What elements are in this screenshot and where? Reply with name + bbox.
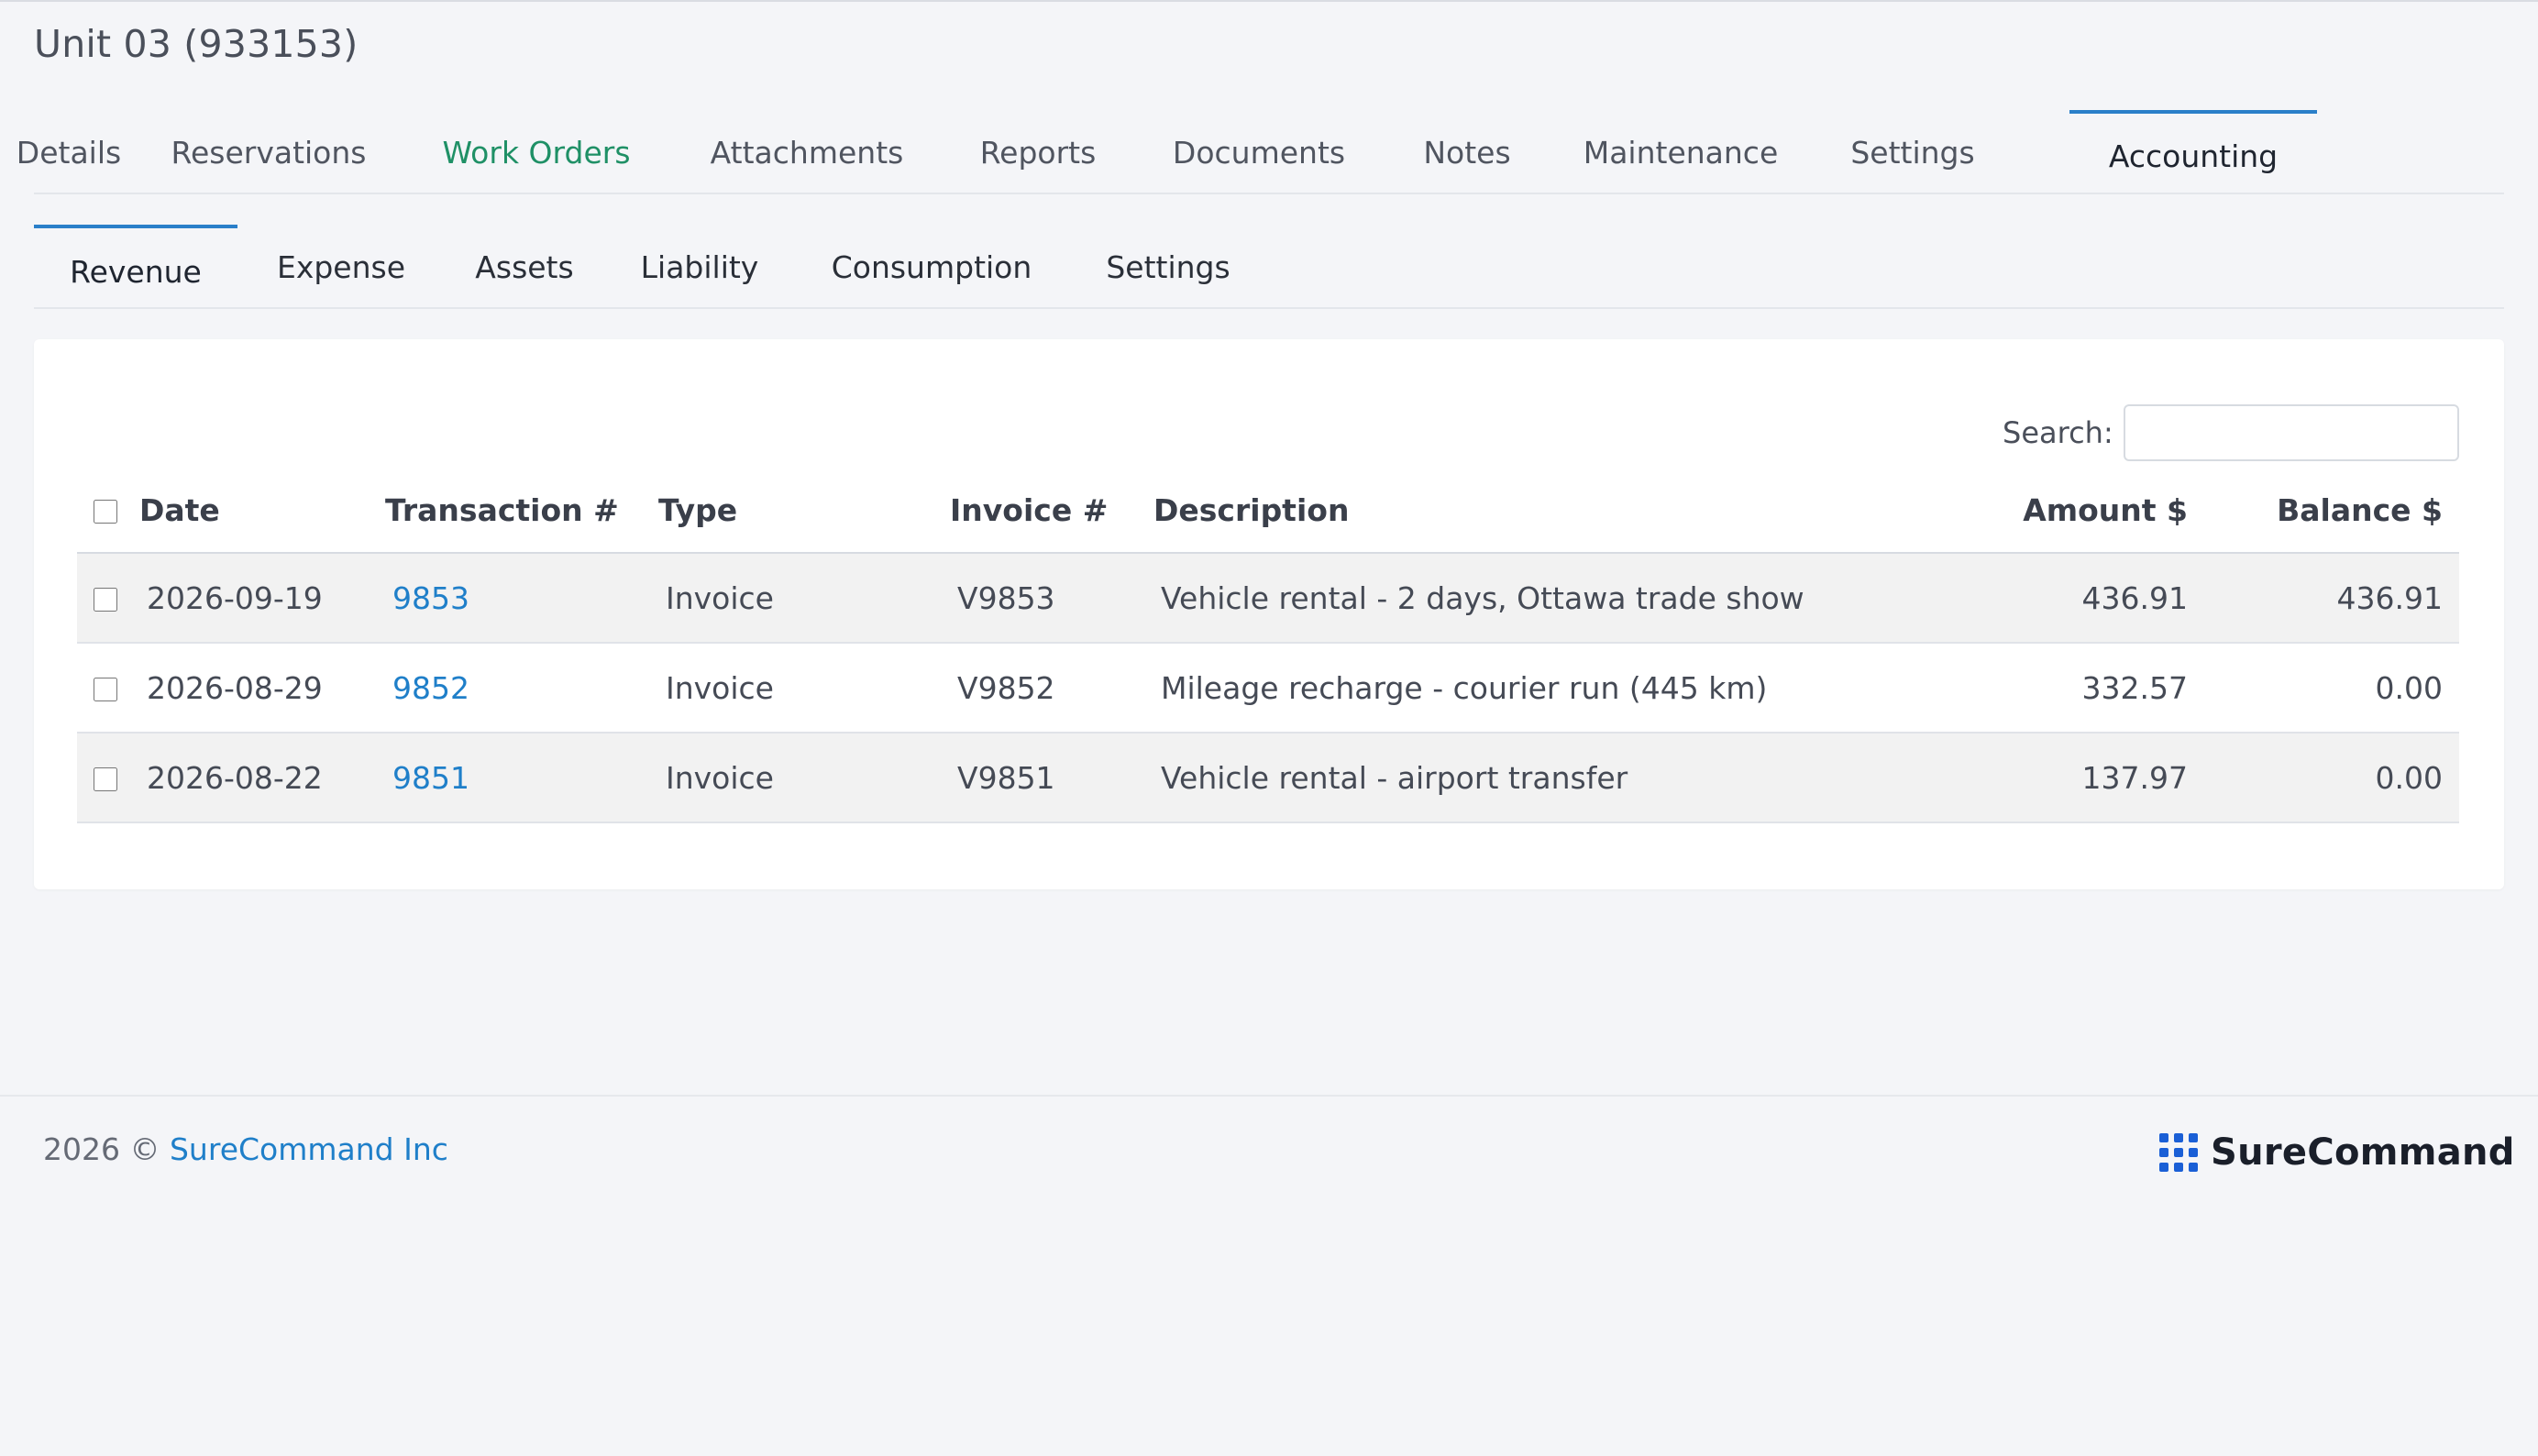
table-row: 2026-08-22 9851 Invoice V9851 Vehicle re…: [77, 733, 2459, 823]
header-invoice[interactable]: Invoice #: [950, 492, 1108, 528]
row-balance: 436.91: [2336, 579, 2443, 616]
footer-copyright: 2026 © SureCommand Inc: [43, 1131, 448, 1167]
table-header-row: Date Transaction # Type Invoice # Descri…: [77, 468, 2459, 554]
header-transaction[interactable]: Transaction #: [385, 492, 619, 528]
table-row: 2026-08-29 9852 Invoice V9852 Mileage re…: [77, 643, 2459, 734]
row-checkbox[interactable]: [94, 588, 117, 612]
row-invoice: V9853: [957, 579, 1055, 616]
sub-tab-bar: Revenue Expense Assets Liability Consump…: [34, 225, 2504, 309]
row-checkbox[interactable]: [94, 678, 117, 701]
grid-logo-icon: [2159, 1133, 2198, 1172]
brand-name: SureCommand: [2211, 1131, 2515, 1174]
page-title: Unit 03 (933153): [34, 22, 359, 66]
row-checkbox[interactable]: [94, 767, 117, 791]
row-date: 2026-08-29: [147, 669, 323, 706]
main-tab-bar: Details Reservations Work Orders Attachm…: [17, 110, 2504, 194]
row-transaction-link[interactable]: 9852: [385, 670, 469, 706]
company-link[interactable]: SureCommand Inc: [170, 1131, 448, 1167]
row-invoice: V9851: [957, 759, 1055, 796]
subtab-liability[interactable]: Liability: [635, 225, 764, 309]
subtab-assets[interactable]: Assets: [469, 225, 580, 309]
subtab-consumption[interactable]: Consumption: [819, 225, 1044, 309]
subtab-settings[interactable]: Settings: [1099, 225, 1237, 309]
brand-logo: SureCommand: [2159, 1131, 2515, 1174]
tab-maintenance[interactable]: Maintenance: [1583, 110, 1779, 194]
row-transaction-link[interactable]: 9851: [385, 760, 469, 796]
tab-reports[interactable]: Reports: [978, 110, 1098, 194]
tab-settings[interactable]: Settings: [1846, 110, 1980, 194]
table-row: 2026-09-19 9853 Invoice V9853 Vehicle re…: [77, 553, 2459, 644]
search-input[interactable]: [2124, 404, 2459, 461]
row-type: Invoice: [666, 579, 774, 616]
row-transaction-link[interactable]: 9853: [385, 580, 469, 616]
header-type[interactable]: Type: [658, 492, 737, 528]
row-amount: 332.57: [2081, 669, 2188, 706]
transactions-table: Date Transaction # Type Invoice # Descri…: [77, 468, 2459, 823]
tab-attachments[interactable]: Attachments: [707, 110, 907, 194]
row-description: Vehicle rental - airport transfer: [1161, 759, 1628, 796]
subtab-expense[interactable]: Expense: [270, 225, 412, 309]
row-amount: 137.97: [2081, 759, 2188, 796]
row-description: Vehicle rental - 2 days, Ottawa trade sh…: [1161, 579, 1804, 616]
row-description: Mileage recharge - courier run (445 km): [1161, 669, 1768, 706]
header-amount[interactable]: Amount $: [2023, 492, 2188, 528]
footer-divider: [0, 1095, 2538, 1097]
row-amount: 436.91: [2081, 579, 2188, 616]
row-balance: 0.00: [2375, 669, 2443, 706]
copyright-text: 2026 ©: [43, 1131, 160, 1167]
tab-notes[interactable]: Notes: [1420, 110, 1514, 194]
row-type: Invoice: [666, 759, 774, 796]
tab-accounting[interactable]: Accounting: [2069, 110, 2317, 194]
subtab-revenue[interactable]: Revenue: [34, 225, 237, 309]
tab-reservations[interactable]: Reservations: [171, 110, 367, 194]
row-date: 2026-09-19: [147, 579, 323, 616]
transactions-card: Search: Date Transaction # Type Invoice …: [34, 339, 2504, 889]
row-balance: 0.00: [2375, 759, 2443, 796]
header-date[interactable]: Date: [139, 492, 220, 528]
header-balance[interactable]: Balance $: [2277, 492, 2443, 528]
row-invoice: V9852: [957, 669, 1055, 706]
select-all-cell: [77, 468, 139, 554]
tab-documents[interactable]: Documents: [1167, 110, 1351, 194]
row-type: Invoice: [666, 669, 774, 706]
search-label: Search:: [2003, 415, 2113, 450]
row-date: 2026-08-22: [147, 759, 323, 796]
tab-details[interactable]: Details: [17, 110, 121, 194]
header-description[interactable]: Description: [1153, 492, 1349, 528]
tab-work-orders[interactable]: Work Orders: [439, 110, 634, 194]
select-all-checkbox[interactable]: [94, 500, 117, 524]
